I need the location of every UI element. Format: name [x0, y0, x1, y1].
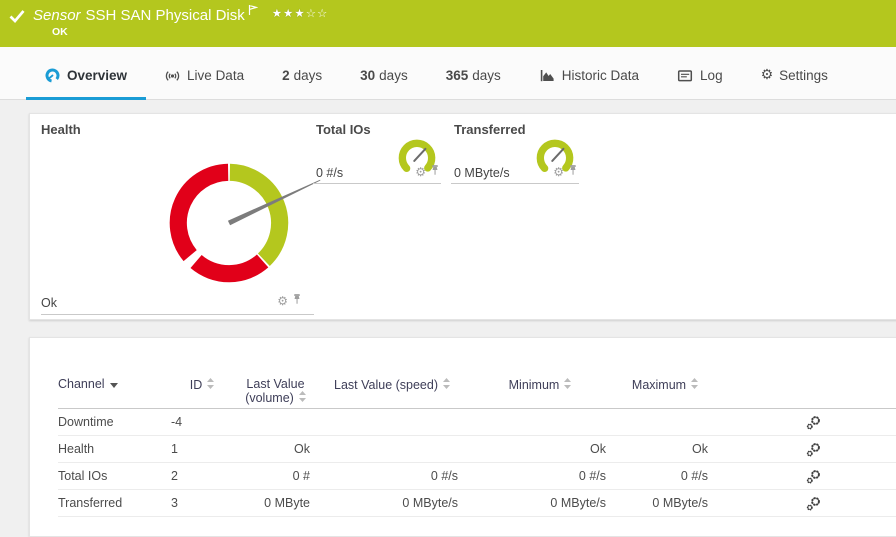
last-value-volume: 0 #: [233, 462, 318, 490]
gauge-title: Health: [41, 122, 81, 137]
channel-name: Total IOs: [58, 462, 171, 490]
gauge-icon: [45, 68, 60, 83]
tab-number: 365: [445, 67, 469, 83]
tab-30-days[interactable]: 30 days: [341, 47, 427, 99]
gear-icon[interactable]: ⚙: [277, 295, 288, 307]
table-row: Transferred 3 0 MByte 0 MByte/s 0 MByte/…: [58, 489, 896, 517]
tab-number: 30: [360, 67, 376, 83]
sensor-title: SSH SAN Physical Disk: [85, 7, 245, 24]
tab-bar: Overview Live Data 2 days 30 days 365 days …: [0, 47, 896, 100]
column-header-id[interactable]: ID: [171, 338, 233, 409]
tab-label: Log: [700, 67, 723, 83]
area-chart-icon: [539, 68, 555, 83]
minimum-value: Ok: [466, 435, 614, 463]
channel-settings-icon[interactable]: [806, 469, 821, 484]
last-value-speed: [318, 408, 466, 436]
pin-icon[interactable]: [430, 163, 440, 181]
pin-icon[interactable]: [292, 292, 302, 310]
tab-overview[interactable]: Overview: [26, 47, 147, 100]
sensor-header: Sensor SSH SAN Physical Disk ★★★☆☆ OK: [0, 0, 896, 47]
gauge-title: Transferred: [454, 122, 526, 137]
channel-name: Transferred: [58, 489, 171, 517]
column-header-last-value-volume[interactable]: Last Value (volume): [233, 338, 318, 409]
tab-log[interactable]: Log: [658, 47, 742, 99]
sort-both-icon: [207, 378, 215, 392]
gear-icon[interactable]: ⚙: [553, 166, 564, 178]
object-kind-label: Sensor: [33, 7, 81, 24]
health-donut-gauge: [169, 163, 321, 283]
sort-both-icon: [691, 378, 699, 392]
channels-table: Channel ID Last Value (volume) Last Valu…: [58, 338, 896, 517]
sort-both-icon: [564, 378, 572, 392]
channel-name: Health: [58, 435, 171, 463]
tab-historic-data[interactable]: Historic Data: [520, 47, 658, 99]
broadcast-icon: [165, 68, 180, 83]
gauge-value: 0 MByte/s: [454, 166, 510, 180]
column-header-maximum[interactable]: Maximum: [614, 338, 716, 409]
table-row: Total IOs 2 0 # 0 #/s 0 #/s 0 #/s: [58, 462, 896, 490]
column-header-last-value-speed[interactable]: Last Value (speed): [318, 338, 466, 409]
last-value-volume: [233, 408, 318, 436]
pin-icon[interactable]: [568, 163, 578, 181]
channels-panel: Channel ID Last Value (volume) Last Valu…: [29, 337, 896, 537]
log-icon: [677, 68, 693, 83]
sort-both-icon: [298, 391, 306, 405]
tab-live-data[interactable]: Live Data: [146, 47, 263, 99]
ok-check-icon: [9, 9, 25, 23]
priority-stars[interactable]: ★★★☆☆: [272, 6, 329, 20]
minimum-value: 0 MByte/s: [466, 489, 614, 517]
gauge-value: Ok: [41, 296, 57, 310]
minimum-value: [466, 408, 614, 436]
channel-id: 2: [171, 462, 233, 490]
column-header-actions: [716, 338, 896, 409]
gear-icon: ⚙: [760, 67, 774, 83]
last-value-volume: Ok: [233, 435, 318, 463]
channel-id: 3: [171, 489, 233, 517]
tab-label: days: [293, 67, 323, 83]
maximum-value: 0 #/s: [614, 462, 716, 490]
tab-number: 2: [282, 67, 290, 83]
maximum-value: Ok: [614, 435, 716, 463]
tab-label: Settings: [779, 67, 828, 83]
sensor-status-badge: OK: [52, 26, 68, 38]
minimum-value: 0 #/s: [466, 462, 614, 490]
gauges-panel: Health Ok ⚙ Total IOs 0 #/s ⚙ Transferre…: [29, 113, 896, 320]
table-row: Downtime -4: [58, 408, 896, 436]
channel-settings-icon[interactable]: [806, 415, 821, 430]
last-value-volume: 0 MByte: [233, 489, 318, 517]
table-row: Health 1 Ok Ok Ok: [58, 435, 896, 463]
channel-name: Downtime: [58, 408, 171, 436]
sort-desc-icon: [109, 378, 118, 391]
channel-id: -4: [171, 408, 233, 436]
tab-label: days: [379, 67, 408, 83]
column-header-channel[interactable]: Channel: [58, 338, 171, 409]
sort-both-icon: [443, 378, 450, 392]
tab-label: Live Data: [187, 67, 245, 83]
maximum-value: 0 MByte/s: [614, 489, 716, 517]
channel-settings-icon[interactable]: [806, 442, 821, 457]
gear-icon[interactable]: ⚙: [415, 166, 426, 178]
transferred-gauge-widget: Transferred 0 MByte/s ⚙: [451, 122, 579, 184]
last-value-speed: [318, 435, 466, 463]
last-value-speed: 0 #/s: [318, 462, 466, 490]
flag-icon[interactable]: [248, 4, 258, 16]
tab-label: Historic Data: [561, 67, 640, 83]
tab-label: days: [472, 67, 501, 83]
gauge-value: 0 #/s: [316, 166, 344, 180]
health-gauge-widget: Health Ok ⚙: [41, 122, 321, 315]
tab-label: Overview: [67, 67, 128, 83]
gauge-title: Total IOs: [316, 122, 371, 137]
total-ios-gauge-widget: Total IOs 0 #/s ⚙: [313, 122, 441, 184]
tab-2-days[interactable]: 2 days: [263, 47, 341, 99]
channel-id: 1: [171, 435, 233, 463]
channel-settings-icon[interactable]: [806, 496, 821, 511]
last-value-speed: 0 MByte/s: [318, 489, 466, 517]
column-header-minimum[interactable]: Minimum: [466, 338, 614, 409]
maximum-value: [614, 408, 716, 436]
tab-settings[interactable]: ⚙ Settings: [742, 47, 847, 99]
tab-365-days[interactable]: 365 days: [427, 47, 520, 99]
